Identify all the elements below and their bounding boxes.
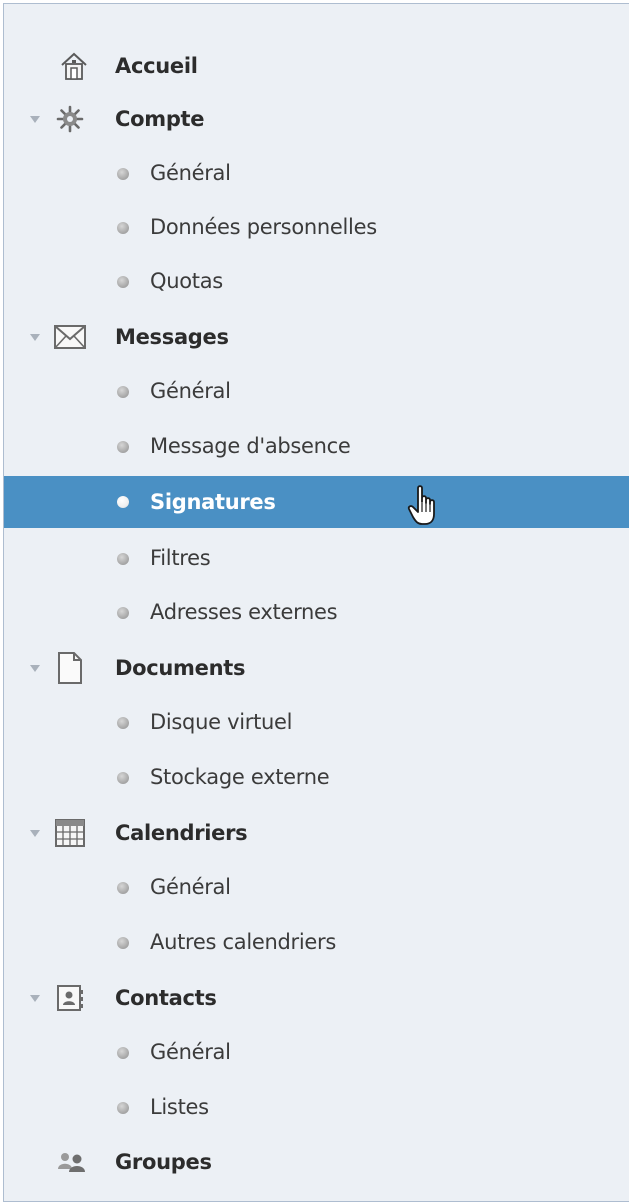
bullet-icon	[117, 1047, 129, 1059]
nav-item-stockage-externe[interactable]: Stockage externe	[4, 753, 629, 801]
home-icon	[56, 48, 92, 84]
nav-item-signatures[interactable]: Signatures	[4, 476, 629, 528]
nav-label: Général	[150, 875, 231, 899]
nav-label: Listes	[150, 1095, 209, 1119]
bullet-icon	[117, 276, 129, 288]
nav-item-groupes[interactable]: Groupes	[4, 1138, 629, 1186]
nav-item-adresses-externes[interactable]: Adresses externes	[4, 588, 629, 636]
bullet-icon	[117, 168, 129, 180]
bullet-icon	[117, 386, 129, 398]
nav-label-calendriers: Calendriers	[115, 821, 248, 845]
nav-label-documents: Documents	[115, 656, 246, 680]
bullet-icon	[117, 772, 129, 784]
expand-triangle-icon[interactable]	[30, 995, 40, 1002]
calendar-icon	[52, 815, 88, 851]
bullet-icon	[117, 717, 129, 729]
document-icon	[52, 650, 88, 686]
nav-label-contacts: Contacts	[115, 986, 217, 1010]
nav-label: Message d'absence	[150, 434, 351, 458]
bullet-icon	[117, 937, 129, 949]
nav-item-disque-virtuel[interactable]: Disque virtuel	[4, 698, 629, 746]
nav-label: Général	[150, 161, 231, 185]
expand-triangle-icon[interactable]	[30, 830, 40, 837]
nav-label: Données personnelles	[150, 215, 377, 239]
nav-label-groupes: Groupes	[115, 1150, 212, 1174]
nav-item-messages-general[interactable]: Général	[4, 367, 629, 415]
nav-label-accueil: Accueil	[115, 54, 198, 78]
nav-item-message-absence[interactable]: Message d'absence	[4, 422, 629, 470]
nav-item-donnees-personnelles[interactable]: Données personnelles	[4, 203, 629, 251]
nav-label: Autres calendriers	[150, 930, 336, 954]
nav-label: Général	[150, 1040, 231, 1064]
nav-label: Filtres	[150, 546, 211, 570]
nav-label-compte: Compte	[115, 107, 205, 131]
envelope-icon	[52, 319, 88, 355]
bullet-icon	[117, 441, 129, 453]
hand-pointer-icon	[407, 484, 443, 528]
nav-label: Disque virtuel	[150, 710, 293, 734]
bullet-icon	[117, 553, 129, 565]
nav-label-messages: Messages	[115, 325, 229, 349]
contact-card-icon	[52, 980, 88, 1016]
nav-label: Signatures	[150, 490, 276, 514]
expand-triangle-icon[interactable]	[30, 665, 40, 672]
nav-item-autres-calendriers[interactable]: Autres calendriers	[4, 918, 629, 966]
nav-item-accueil[interactable]: Accueil	[4, 42, 629, 90]
nav-section-messages[interactable]: Messages	[4, 313, 629, 361]
bullet-icon	[117, 882, 129, 894]
nav-item-calendriers-general[interactable]: Général	[4, 863, 629, 911]
nav-label: Stockage externe	[150, 765, 330, 789]
nav-label: Adresses externes	[150, 600, 338, 624]
nav-section-compte[interactable]: Compte	[4, 95, 629, 143]
group-icon	[54, 1144, 90, 1180]
bullet-icon	[117, 607, 129, 619]
nav-section-contacts[interactable]: Contacts	[4, 974, 629, 1022]
bullet-icon	[117, 1102, 129, 1114]
nav-item-quotas[interactable]: Quotas	[4, 257, 629, 305]
nav-section-calendriers[interactable]: Calendriers	[4, 809, 629, 857]
nav-label: Quotas	[150, 269, 223, 293]
nav-section-documents[interactable]: Documents	[4, 644, 629, 692]
bullet-icon	[117, 222, 129, 234]
gear-icon	[52, 101, 88, 137]
expand-triangle-icon[interactable]	[30, 116, 40, 123]
nav-label: Général	[150, 379, 231, 403]
expand-triangle-icon[interactable]	[30, 334, 40, 341]
nav-item-contacts-general[interactable]: Général	[4, 1028, 629, 1076]
nav-item-listes[interactable]: Listes	[4, 1083, 629, 1131]
nav-item-compte-general[interactable]: Général	[4, 149, 629, 197]
settings-navigation-tree: Accueil Compte Général Données personnel…	[3, 3, 629, 1202]
nav-item-filtres[interactable]: Filtres	[4, 534, 629, 582]
bullet-icon	[117, 496, 129, 508]
